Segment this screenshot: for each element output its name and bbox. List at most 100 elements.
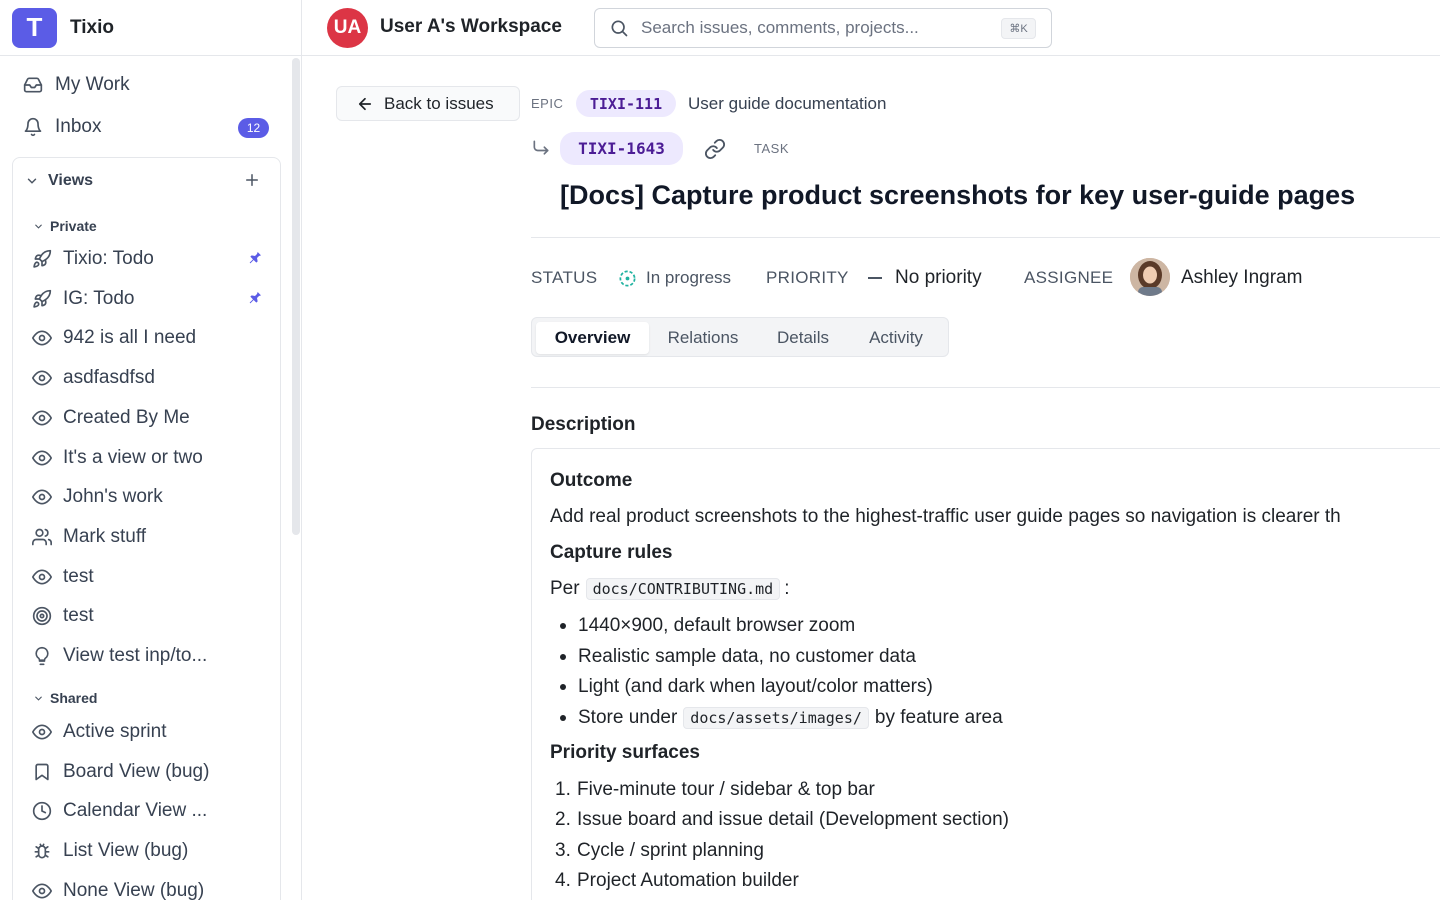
inbox-count-badge: 12 <box>238 118 269 138</box>
bullet <box>560 715 566 721</box>
assignee-label: ASSIGNEE <box>1024 268 1114 287</box>
sidebar-view-item[interactable]: It's a view or two <box>31 441 271 475</box>
list-number: 4. <box>555 870 571 891</box>
nav-my-work[interactable]: My Work <box>22 74 130 96</box>
sidebar-view-item[interactable]: Active sprint <box>31 715 271 749</box>
copy-link-icon[interactable] <box>704 138 726 160</box>
bug-icon <box>31 840 53 862</box>
images-path-code: docs/assets/images/ <box>683 707 869 729</box>
priority-dropdown[interactable]: No priority <box>895 267 982 289</box>
chevron-down-icon <box>25 174 39 188</box>
shared-group-toggle[interactable]: Shared <box>33 690 97 706</box>
rule-text: 1440×900, default browser zoom <box>578 615 856 636</box>
nav-inbox-label: Inbox <box>55 116 102 137</box>
eye-icon <box>31 880 53 900</box>
sidebar-view-label: Board View (bug) <box>63 760 210 782</box>
views-label: Views <box>48 172 94 189</box>
assignee-dropdown[interactable]: Ashley Ingram <box>1181 267 1302 289</box>
outcome-text: Add real product screenshots to the high… <box>550 506 1341 527</box>
eye-icon <box>31 367 53 389</box>
sidebar-view-item[interactable]: View test inp/to... <box>31 639 271 673</box>
status-label: STATUS <box>531 268 598 287</box>
views-panel: Views Private Tixio: Todo IG: Todo 942 is … <box>12 157 281 900</box>
tab-activity[interactable]: Activity <box>849 322 943 354</box>
brand-logo: T <box>12 7 57 48</box>
pin-icon[interactable] <box>247 290 263 306</box>
views-toggle[interactable]: Views <box>25 172 93 190</box>
eye-icon <box>31 447 53 469</box>
sidebar-view-item[interactable]: asdfasdfsd <box>31 361 271 395</box>
priority-label: PRIORITY <box>766 268 849 287</box>
sidebar-view-item[interactable]: Board View (bug) <box>31 755 271 789</box>
back-to-issues-button[interactable]: Back to issues <box>336 86 520 121</box>
clock-icon <box>31 800 53 822</box>
sidebar-view-item[interactable]: test <box>31 560 271 594</box>
sidebar-view-item[interactable]: Mark stuff <box>31 520 271 554</box>
description-editor[interactable]: Outcome Add real product screenshots to … <box>531 448 1440 900</box>
contributing-code: docs/CONTRIBUTING.md <box>585 578 781 600</box>
private-group-label: Private <box>50 218 97 234</box>
eye-icon <box>31 566 53 588</box>
sidebar-view-item[interactable]: None View (bug) <box>31 874 271 900</box>
pin-icon[interactable] <box>247 250 263 266</box>
sidebar-view-item[interactable]: test <box>31 599 271 633</box>
assignee-avatar[interactable] <box>1130 258 1170 296</box>
eye-icon <box>31 486 53 508</box>
sidebar-view-label: It's a view or two <box>63 446 203 468</box>
issue-id-pill[interactable]: TIXI-1643 <box>560 132 683 165</box>
sidebar-view-label: Mark stuff <box>63 525 147 547</box>
sidebar-view-item[interactable]: Tixio: Todo <box>31 242 271 276</box>
per-suffix: : <box>784 578 790 599</box>
epic-id-pill[interactable]: TIXI-111 <box>576 90 676 117</box>
sidebar-view-label: John's work <box>63 486 163 508</box>
list-item: Realistic sample data, no customer data <box>560 646 916 668</box>
sidebar-view-label: Calendar View ... <box>63 800 208 822</box>
divider <box>531 387 1440 388</box>
sidebar-view-label: Active sprint <box>63 721 167 742</box>
outcome-heading: Outcome <box>550 470 633 491</box>
status-dropdown[interactable]: In progress <box>618 268 731 288</box>
brand-name: Tixio <box>70 16 114 38</box>
sidebar-view-item[interactable]: Calendar View ... <box>31 794 271 828</box>
epic-title-link[interactable]: User guide documentation <box>688 94 886 114</box>
list-item: 1. Five-minute tour / sidebar & top bar <box>555 779 875 801</box>
top-bar: UA User A's Workspace Search issues, com… <box>302 0 1440 56</box>
sidebar-view-item[interactable]: John's work <box>31 480 271 514</box>
workspace-name[interactable]: User A's Workspace <box>380 16 562 38</box>
bookmark-icon <box>31 761 53 783</box>
search-input[interactable]: Search issues, comments, projects... ⌘K <box>594 8 1052 48</box>
sidebar-view-item[interactable]: Created By Me <box>31 401 271 435</box>
rule-text: Light (and dark when layout/color matter… <box>578 676 933 697</box>
issue-tabs: Overview Relations Details Activity <box>531 317 949 357</box>
list-item: Light (and dark when layout/color matter… <box>560 676 933 698</box>
private-group-toggle[interactable]: Private <box>33 218 97 234</box>
nav-inbox[interactable]: Inbox <box>22 116 101 138</box>
sidebar-view-item[interactable]: List View (bug) <box>31 834 271 868</box>
bullet <box>560 623 566 629</box>
per-prefix: Per <box>550 578 580 599</box>
surface-text: Cycle / sprint planning <box>577 840 764 861</box>
add-view-button[interactable] <box>243 171 261 189</box>
search-shortcut-hint: ⌘K <box>1001 18 1036 39</box>
target-icon <box>31 605 53 627</box>
workspace-avatar[interactable]: UA <box>327 8 368 48</box>
issue-title[interactable]: [Docs] Capture product screenshots for k… <box>560 180 1355 211</box>
chevron-down-icon <box>33 693 44 704</box>
sidebar-view-item[interactable]: 942 is all I need <box>31 321 271 355</box>
sidebar-view-label: 942 is all I need <box>63 327 197 349</box>
sidebar-view-label: test <box>63 565 94 587</box>
tab-overview[interactable]: Overview <box>536 322 649 354</box>
tab-relations[interactable]: Relations <box>649 322 757 354</box>
list-number: 2. <box>555 809 571 830</box>
sidebar-scrollbar[interactable] <box>292 58 300 535</box>
arrow-left-icon <box>356 95 374 113</box>
epic-label: EPIC <box>531 96 564 111</box>
brand[interactable]: T Tixio <box>0 0 301 56</box>
sidebar-view-item[interactable]: IG: Todo <box>31 282 271 316</box>
tab-details[interactable]: Details <box>757 322 849 354</box>
store-suffix: by feature area <box>874 707 1003 728</box>
inbox-tray-icon <box>22 74 44 96</box>
description-heading: Description <box>531 414 636 435</box>
bullet <box>560 654 566 660</box>
list-item: 2. Issue board and issue detail (Developm… <box>555 809 1009 831</box>
